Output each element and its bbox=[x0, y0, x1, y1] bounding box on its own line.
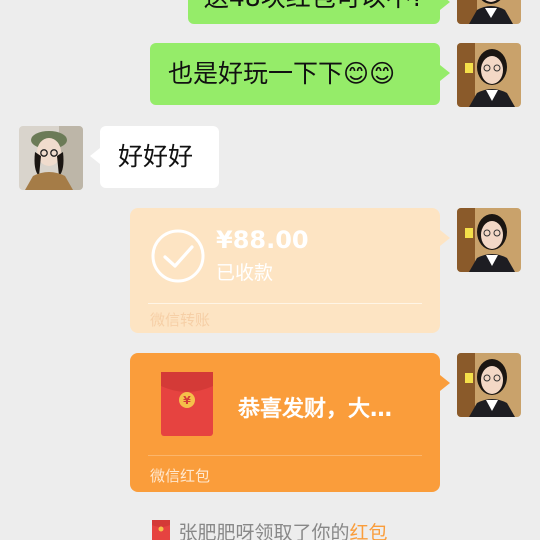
avatar-self-image bbox=[457, 0, 521, 24]
message-text: 送48块红包可以不? bbox=[204, 0, 424, 12]
avatar-self[interactable] bbox=[457, 43, 521, 107]
card-divider bbox=[148, 455, 422, 456]
redpacket-link[interactable]: 红包 bbox=[350, 522, 388, 540]
avatar-self[interactable] bbox=[457, 0, 521, 24]
avatar-self-image bbox=[457, 208, 521, 272]
transfer-status: 已收款 bbox=[216, 262, 274, 284]
message-text: 也是好玩一下下😊😊 bbox=[168, 59, 396, 88]
transfer-amount: ¥88.00 bbox=[216, 226, 309, 254]
avatar-self-image bbox=[457, 43, 521, 107]
avatar-self[interactable] bbox=[457, 353, 521, 417]
system-notice-text: 张肥肥呀领取了你的 bbox=[178, 522, 350, 540]
message-bubble-other[interactable]: 好好好 bbox=[90, 126, 219, 188]
transfer-footer: 微信转账 bbox=[150, 311, 211, 329]
red-envelope-icon: ¥ bbox=[161, 372, 213, 436]
redpacket-footer: 微信红包 bbox=[150, 467, 211, 485]
redpacket-card[interactable]: ¥ 恭喜发财，大… 微信红包 bbox=[130, 353, 450, 492]
avatar-self-image bbox=[457, 353, 521, 417]
check-circle-icon bbox=[151, 229, 205, 283]
redpacket-greeting: 恭喜发财，大… bbox=[238, 397, 393, 422]
card-divider bbox=[148, 303, 422, 304]
avatar-self[interactable] bbox=[457, 208, 521, 272]
message-text: 好好好 bbox=[118, 142, 194, 171]
message-bubble-self[interactable]: 也是好玩一下下😊😊 bbox=[150, 43, 450, 105]
red-envelope-icon bbox=[152, 520, 171, 540]
system-notice: 张肥肥呀领取了你的红包 bbox=[0, 518, 540, 540]
coin-symbol: ¥ bbox=[183, 394, 191, 407]
avatar-other-image bbox=[19, 126, 83, 190]
avatar-other[interactable] bbox=[19, 126, 83, 190]
message-bubble-self[interactable]: 送48块红包可以不? bbox=[187, 0, 451, 24]
transfer-card[interactable]: ¥88.00 已收款 微信转账 bbox=[130, 208, 450, 333]
chat-thread: 送48块红包可以不? 也是好玩一下下😊😊 bbox=[0, 0, 540, 540]
